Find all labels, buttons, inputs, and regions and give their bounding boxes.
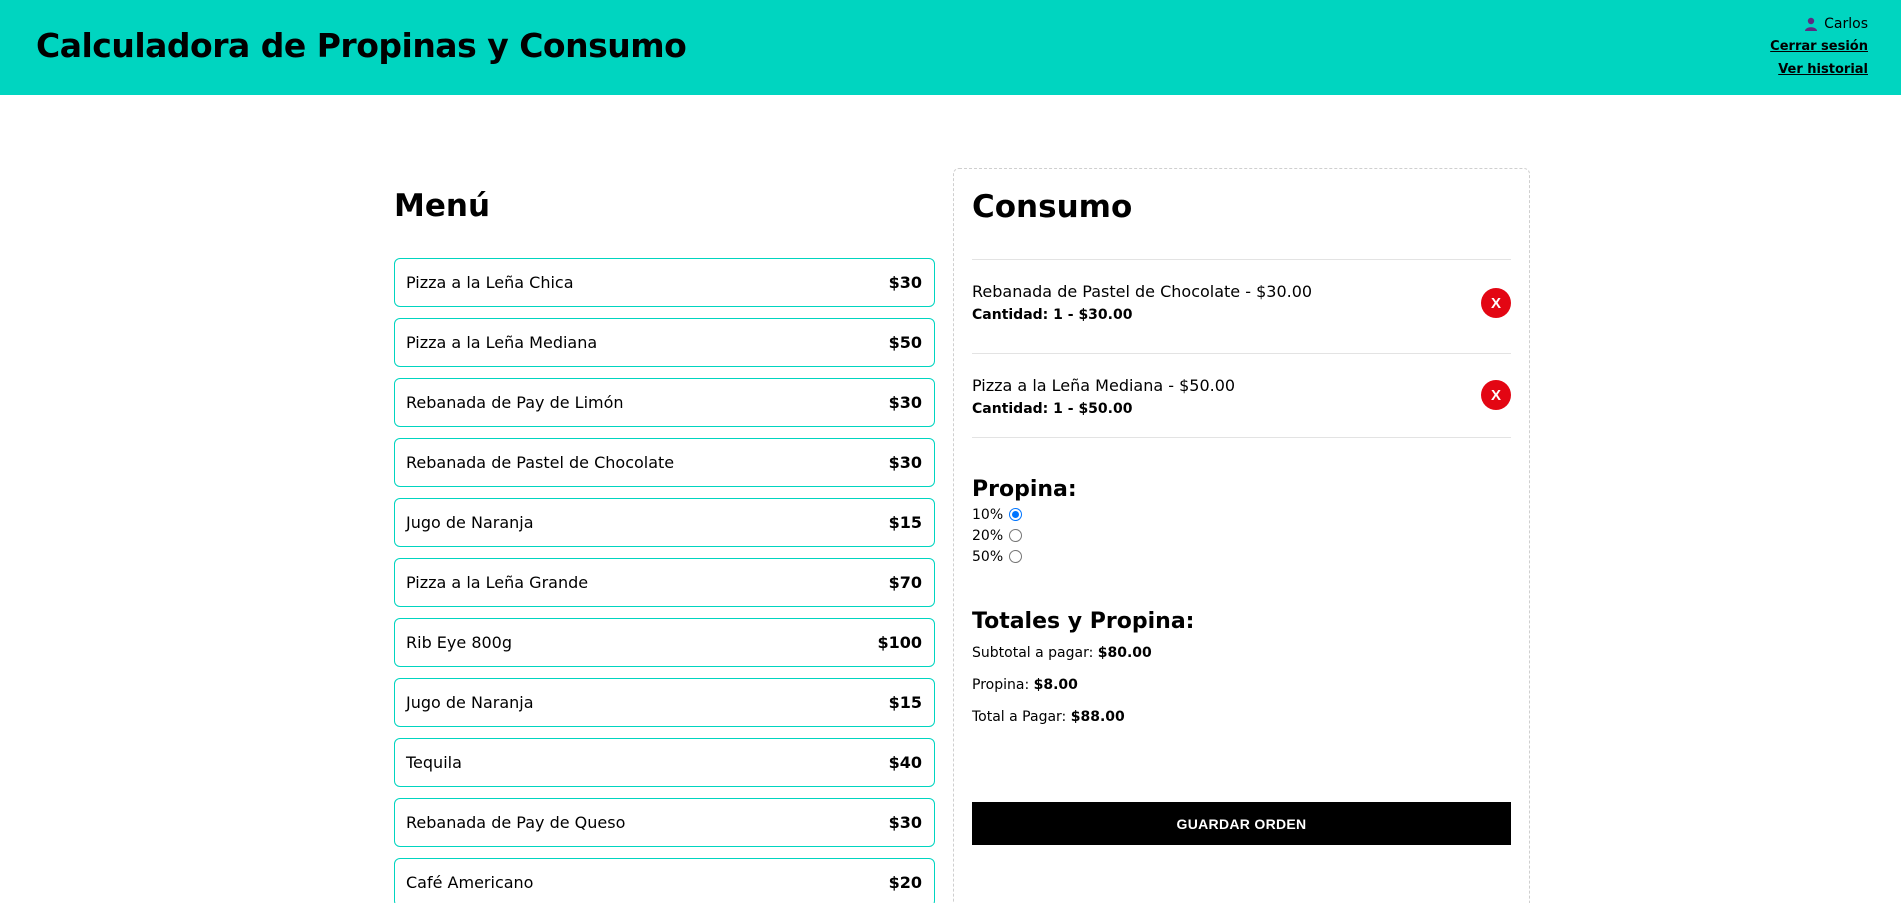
tip-option-20: 20% bbox=[972, 525, 1077, 546]
page-title: Calculadora de Propinas y Consumo bbox=[36, 26, 687, 65]
menu-item-price: $15 bbox=[888, 513, 922, 532]
tip-radio-50[interactable] bbox=[1009, 550, 1023, 563]
order-item-quantity: Cantidad: 1 - $50.00 bbox=[972, 401, 1133, 417]
menu-item-price: $70 bbox=[888, 573, 922, 592]
menu-item-price: $15 bbox=[888, 693, 922, 712]
menu-item[interactable]: Rib Eye 800g $100 bbox=[394, 618, 935, 667]
user-name: Carlos bbox=[1824, 16, 1868, 32]
order-list: Rebanada de Pastel de Chocolate - $30.00… bbox=[972, 259, 1511, 438]
menu-item-name: Rebanada de Pay de Queso bbox=[406, 813, 626, 832]
order-item: Pizza a la Leña Mediana - $50.00 Cantida… bbox=[972, 354, 1511, 438]
save-order-button[interactable]: GUARDAR ORDEN bbox=[972, 802, 1511, 845]
remove-item-button[interactable]: X bbox=[1481, 380, 1511, 410]
menu-item-price: $40 bbox=[888, 753, 922, 772]
history-link[interactable]: Ver historial bbox=[1770, 59, 1868, 80]
tip-amount-value: $8.00 bbox=[1033, 677, 1078, 693]
logout-link[interactable]: Cerrar sesión bbox=[1770, 36, 1868, 57]
menu-list: Pizza a la Leña Chica $30 Pizza a la Leña… bbox=[394, 258, 935, 903]
menu-item-price: $30 bbox=[888, 273, 922, 292]
order-item: Rebanada de Pastel de Chocolate - $30.00… bbox=[972, 260, 1511, 354]
tip-option-label: 50% bbox=[972, 548, 1004, 565]
menu-item[interactable]: Jugo de Naranja $15 bbox=[394, 498, 935, 547]
total-label: Total a Pagar: bbox=[972, 709, 1067, 725]
menu-item-price: $20 bbox=[888, 873, 922, 892]
tip-option-label: 10% bbox=[972, 506, 1004, 523]
menu-section: Menú Pizza a la Leña Chica $30 Pizza a la… bbox=[394, 186, 935, 903]
total-value: $88.00 bbox=[1070, 709, 1125, 725]
menu-item-name: Café Americano bbox=[406, 873, 534, 892]
menu-item[interactable]: Rebanada de Pay de Queso $30 bbox=[394, 798, 935, 847]
menu-item-name: Jugo de Naranja bbox=[406, 513, 534, 532]
order-item-quantity: Cantidad: 1 - $30.00 bbox=[972, 307, 1133, 323]
totals-title: Totales y Propina: bbox=[972, 609, 1195, 634]
consumo-title: Consumo bbox=[972, 189, 1133, 225]
user-info: Carlos bbox=[1770, 14, 1868, 34]
menu-item[interactable]: Pizza a la Leña Grande $70 bbox=[394, 558, 935, 607]
app-header: Calculadora de Propinas y Consumo Carlos… bbox=[0, 0, 1901, 95]
tip-option-10: 10% bbox=[972, 504, 1077, 525]
totals-section: Totales y Propina: Subtotal a pagar: $80… bbox=[972, 607, 1194, 733]
menu-item-name: Pizza a la Leña Chica bbox=[406, 273, 574, 292]
remove-item-button[interactable]: X bbox=[1481, 288, 1511, 318]
subtotal-value: $80.00 bbox=[1097, 645, 1152, 661]
menu-item-price: $50 bbox=[888, 333, 922, 352]
order-item-name: Pizza a la Leña Mediana - $50.00 bbox=[972, 376, 1236, 395]
menu-item-name: Pizza a la Leña Grande bbox=[406, 573, 589, 592]
menu-item[interactable]: Pizza a la Leña Mediana $50 bbox=[394, 318, 935, 367]
subtotal-line: Subtotal a pagar: $80.00 bbox=[972, 637, 1194, 669]
menu-item-name: Rebanada de Pay de Limón bbox=[406, 393, 624, 412]
menu-item-name: Rebanada de Pastel de Chocolate bbox=[406, 453, 675, 472]
menu-item[interactable]: Pizza a la Leña Chica $30 bbox=[394, 258, 935, 307]
tip-amount-label: Propina: bbox=[972, 677, 1030, 693]
tip-section: Propina: 10% 20% 50% bbox=[972, 476, 1077, 567]
consumo-panel: Consumo Rebanada de Pastel de Chocolate … bbox=[953, 168, 1530, 903]
menu-item-name: Jugo de Naranja bbox=[406, 693, 534, 712]
tip-option-label: 20% bbox=[972, 527, 1004, 544]
menu-item-price: $30 bbox=[888, 393, 922, 412]
menu-item[interactable]: Rebanada de Pay de Limón $30 bbox=[394, 378, 935, 427]
menu-item-name: Rib Eye 800g bbox=[406, 633, 513, 652]
menu-item-name: Tequila bbox=[406, 753, 462, 772]
subtotal-label: Subtotal a pagar: bbox=[972, 645, 1094, 661]
menu-item-price: $30 bbox=[888, 453, 922, 472]
tip-option-50: 50% bbox=[972, 546, 1077, 567]
menu-title: Menú bbox=[394, 188, 491, 224]
tip-radio-20[interactable] bbox=[1009, 529, 1023, 542]
menu-item-price: $30 bbox=[888, 813, 922, 832]
tip-line: Propina: $8.00 bbox=[972, 669, 1194, 701]
tip-radio-10[interactable] bbox=[1009, 508, 1023, 521]
order-item-name: Rebanada de Pastel de Chocolate - $30.00 bbox=[972, 282, 1313, 301]
menu-item-name: Pizza a la Leña Mediana bbox=[406, 333, 598, 352]
user-menu: Carlos Cerrar sesión Ver historial bbox=[1770, 14, 1868, 80]
tip-title: Propina: bbox=[972, 477, 1077, 502]
menu-item[interactable]: Jugo de Naranja $15 bbox=[394, 678, 935, 727]
user-icon bbox=[1804, 17, 1818, 31]
menu-item[interactable]: Café Americano $20 bbox=[394, 858, 935, 903]
menu-item[interactable]: Tequila $40 bbox=[394, 738, 935, 787]
total-line: Total a Pagar: $88.00 bbox=[972, 701, 1194, 733]
menu-item[interactable]: Rebanada de Pastel de Chocolate $30 bbox=[394, 438, 935, 487]
menu-item-price: $100 bbox=[877, 633, 922, 652]
